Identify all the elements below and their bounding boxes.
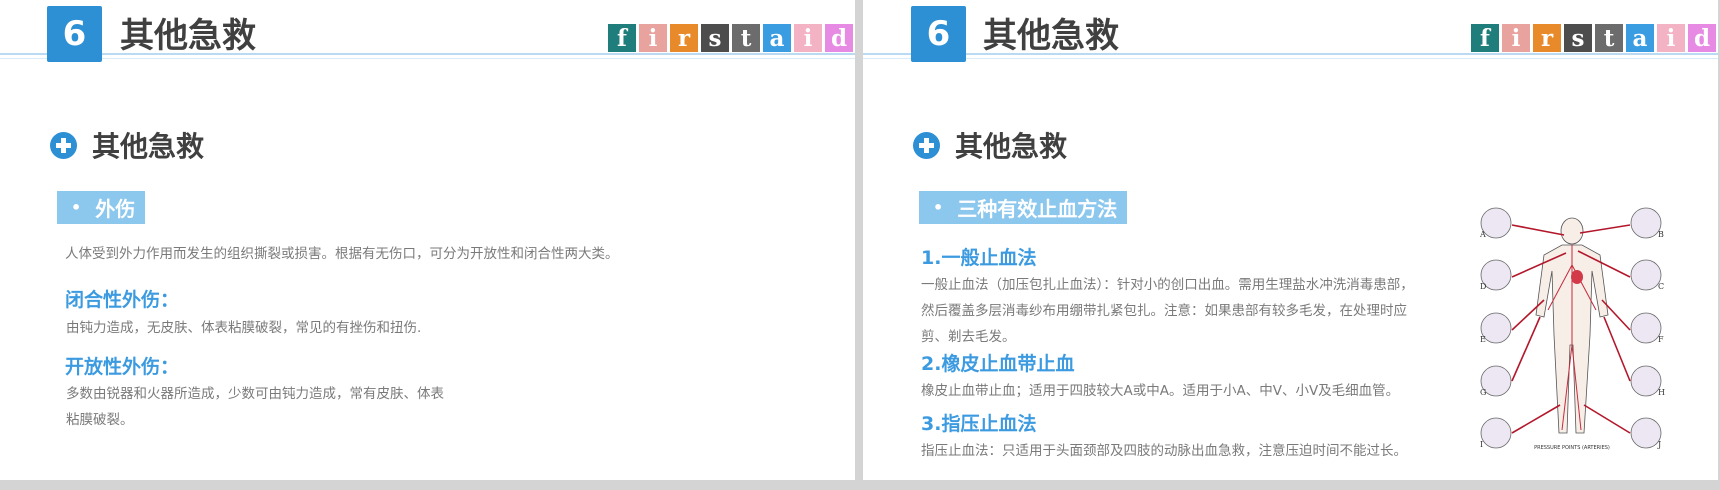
logo-letter: s bbox=[1564, 24, 1592, 52]
method-3-text: 指压止血法：只适用于头面颈部及四肢的动脉出血急救，注意压迫时间不能过长。 bbox=[921, 443, 1407, 459]
logo-letter: t bbox=[1595, 24, 1623, 52]
logo-letter: a bbox=[763, 24, 791, 52]
logo-letter: d bbox=[1688, 24, 1716, 52]
pressure-points-illustration: A D E G I B C F H J PRESSURE POINTS (ART… bbox=[1479, 207, 1665, 451]
point-label: H bbox=[1658, 388, 1665, 397]
topic-label: • 三种有效止血方法 bbox=[919, 191, 1128, 224]
bullet-icon: • bbox=[933, 198, 944, 217]
logo-letter: s bbox=[701, 24, 729, 52]
illustration-caption: PRESSURE POINTS (ARTERIES) bbox=[1534, 445, 1610, 451]
slide-left: 6 其他急救 f i r s t a i d 其他急救 • 外伤 人体受到外力作… bbox=[0, 0, 855, 480]
plus-circle-icon bbox=[50, 131, 77, 159]
method-3-heading: 3.指压止血法 bbox=[921, 413, 1037, 435]
point-label: C bbox=[1658, 282, 1664, 291]
open-injury-text-line2: 粘膜破裂。 bbox=[66, 412, 134, 428]
method-1-heading: 1.一般止血法 bbox=[921, 247, 1037, 269]
header-rule-thin bbox=[863, 58, 1718, 59]
logo-letter: d bbox=[825, 24, 853, 52]
logo-letter: i bbox=[1502, 24, 1530, 52]
chapter-number-badge: 6 bbox=[47, 6, 102, 62]
logo-letter: i bbox=[639, 24, 667, 52]
closed-injury-heading: 闭合性外伤： bbox=[65, 289, 180, 311]
point-label: J bbox=[1657, 440, 1661, 449]
closed-injury-text: 由钝力造成，无皮肤、体表粘膜破裂，常见的有挫伤和扭伤. bbox=[66, 320, 422, 336]
firstaid-logo: f i r s t a i d bbox=[1471, 24, 1716, 52]
method-1-line1: 一般止血法（加压包扎止血法）：针对小的创口出血。需用生理盐水冲洗消毒患部， bbox=[921, 277, 1414, 293]
logo-letter: f bbox=[608, 24, 636, 52]
plus-circle-icon bbox=[913, 131, 940, 159]
topic-label-text: 外伤 bbox=[95, 197, 136, 221]
chapter-number-badge: 6 bbox=[911, 6, 966, 62]
logo-letter: i bbox=[1657, 24, 1685, 52]
section-heading: 其他急救 bbox=[913, 125, 1067, 165]
open-injury-heading: 开放性外伤： bbox=[65, 356, 180, 378]
point-label: I bbox=[1480, 440, 1483, 449]
bullet-icon: • bbox=[71, 198, 82, 217]
logo-letter: t bbox=[732, 24, 760, 52]
point-label: F bbox=[1658, 335, 1664, 344]
open-injury-text-line1: 多数由锐器和火器所造成，少数可由钝力造成，常有皮肤、体表 bbox=[66, 386, 444, 402]
logo-letter: r bbox=[1533, 24, 1561, 52]
topic-label-text: 三种有效止血方法 bbox=[957, 197, 1118, 221]
point-label: D bbox=[1480, 282, 1486, 291]
method-2-text: 橡皮止血带止血；适用于四肢较大A或中A。适用于小A、中V、小V及毛细血管。 bbox=[921, 383, 1400, 399]
logo-letter: i bbox=[794, 24, 822, 52]
point-label: A bbox=[1479, 230, 1486, 239]
logo-letter: a bbox=[1626, 24, 1654, 52]
logo-letter: r bbox=[670, 24, 698, 52]
point-label: G bbox=[1480, 388, 1486, 397]
topic-label: • 外伤 bbox=[57, 191, 146, 224]
intro-text: 人体受到外力作用而发生的组织撕裂或损害。根据有无伤口，可分为开放性和闭合性两大类… bbox=[65, 246, 619, 262]
method-1-line2: 然后覆盖多层消毒纱布用绷带扎紧包扎。注意：如果患部有较多毛发，在处理时应 bbox=[921, 303, 1407, 319]
page-title: 其他急救 bbox=[983, 16, 1119, 56]
point-label: E bbox=[1480, 335, 1486, 344]
page-title: 其他急救 bbox=[120, 16, 256, 56]
firstaid-logo: f i r s t a i d bbox=[608, 24, 853, 52]
method-2-heading: 2.橡皮止血带止血 bbox=[921, 353, 1075, 375]
header-rule-thin bbox=[0, 58, 855, 59]
method-1-line3: 剪、剃去毛发。 bbox=[921, 329, 1016, 345]
heart-icon bbox=[1571, 270, 1583, 284]
logo-letter: f bbox=[1471, 24, 1499, 52]
section-heading: 其他急救 bbox=[50, 125, 204, 165]
section-title: 其他急救 bbox=[955, 130, 1068, 163]
section-title: 其他急救 bbox=[92, 130, 205, 163]
point-label: B bbox=[1658, 230, 1664, 239]
